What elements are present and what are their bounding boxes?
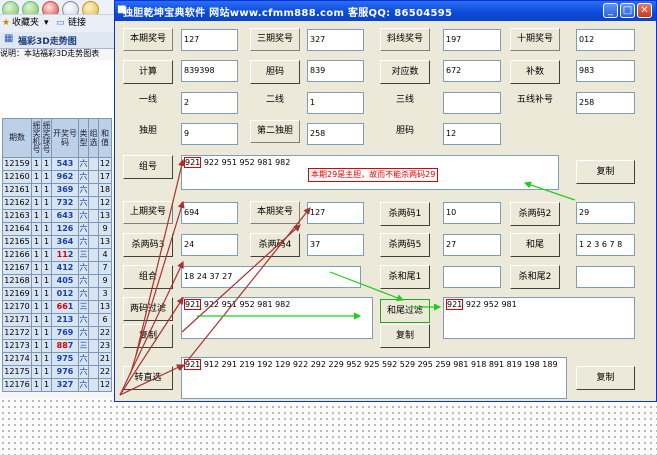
arrow-red-5 — [135, 158, 186, 356]
arrow-red-1 — [119, 260, 184, 396]
arrow-red-6 — [179, 207, 311, 371]
arrow-green-1 — [523, 181, 576, 201]
arrow-green-3 — [329, 271, 405, 302]
annotation-arrows — [119, 158, 576, 396]
